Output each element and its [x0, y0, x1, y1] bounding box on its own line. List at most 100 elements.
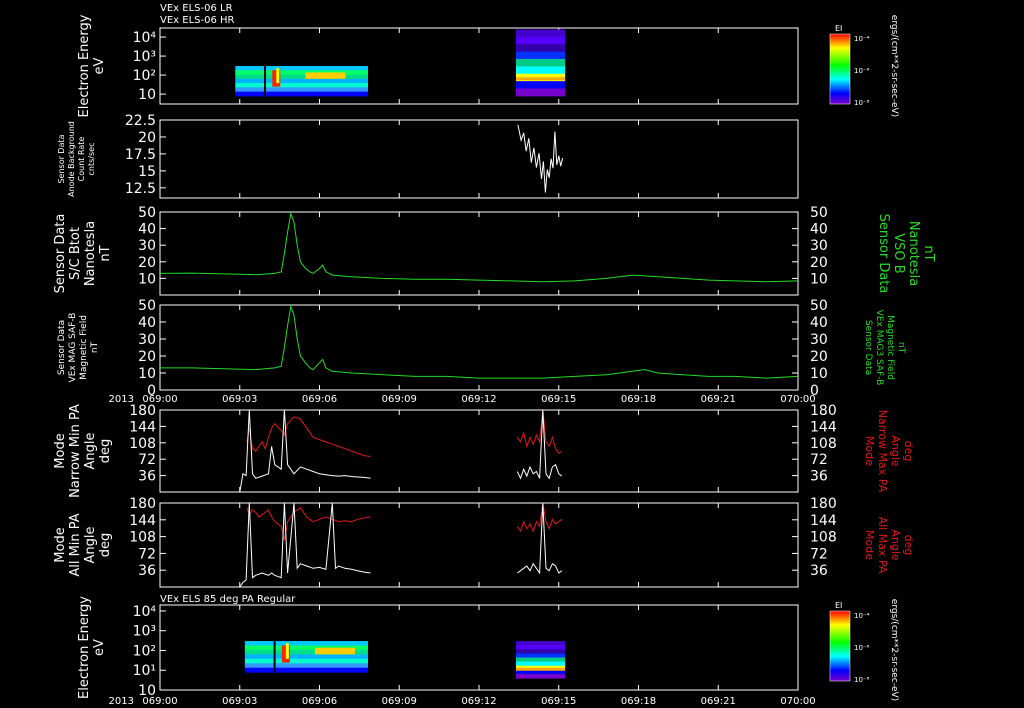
ylabel-line: Anode Background — [67, 121, 76, 197]
heatmap-band — [235, 87, 368, 93]
colorbar-tick: 10⁻⁶ — [854, 67, 870, 75]
right-label-line: deg — [902, 535, 915, 556]
ytick-label: 10⁴ — [133, 30, 157, 46]
ylabel-line: Count Rate — [77, 137, 86, 182]
ytick-label: 10 — [138, 366, 156, 382]
right-label-line: All Max PA — [876, 517, 889, 574]
heatmap-hotspot-core — [276, 68, 280, 84]
ylabel-line: Electron Energy — [77, 14, 92, 117]
right-label-line: Narrow Max PA — [876, 410, 889, 493]
colorbar-tick: 10⁻⁸ — [854, 676, 870, 684]
heatmap-hr-warm — [516, 77, 566, 81]
ylabel-line: deg — [98, 439, 113, 464]
ytick-label: 17.5 — [125, 147, 156, 163]
ylabel-line: S/C Btot — [68, 227, 83, 280]
colorbar-label: EI — [835, 601, 842, 610]
ylabel-line: Electron Energy — [77, 596, 92, 699]
time-tick-label: 069:00 — [142, 696, 177, 707]
ytick-label: 20 — [138, 349, 156, 365]
heatmap-band — [516, 88, 566, 97]
heatmap-band — [244, 663, 368, 669]
ytick-label: 144 — [129, 513, 156, 529]
ytick-label: 108 — [129, 436, 156, 452]
ylabel-line: Magnetic Field — [79, 315, 89, 380]
colorbar-tick: 10⁻⁴ — [854, 612, 870, 620]
ytick-label-right: 50 — [810, 298, 828, 314]
year-label: 2013 — [109, 696, 134, 707]
ytick-label: 180 — [129, 496, 156, 512]
ytick-label-right: 30 — [810, 238, 828, 254]
right-label-line: nT — [921, 245, 936, 261]
colorbar-units: ergs/(cm**2-sr-sec-eV) — [889, 599, 899, 701]
ytick-label: 12.5 — [125, 181, 156, 197]
ytick-label-right: 20 — [810, 255, 828, 271]
right-label-line: nT — [896, 342, 906, 354]
ytick-label: 108 — [129, 530, 156, 546]
ytick-label-right: 180 — [810, 496, 837, 512]
heatmap-band — [235, 91, 368, 97]
heatmap-band — [244, 641, 368, 646]
ytick-label-right: 20 — [810, 349, 828, 365]
ytick-label-right: 50 — [810, 205, 828, 221]
ytick-label: 40 — [138, 315, 156, 331]
time-tick-label: 069:03 — [222, 394, 257, 405]
ytick-label: 30 — [138, 238, 156, 254]
ytick-label: 36 — [138, 469, 156, 485]
heatmap-band — [516, 66, 566, 75]
time-tick-label: 069:21 — [701, 394, 736, 405]
ytick-label: 20 — [138, 130, 156, 146]
ylabel-line: cnts/sec — [87, 143, 96, 176]
ytick-label-right: 72 — [810, 452, 828, 468]
right-label-line: Sensor Data — [863, 320, 873, 375]
colorbar-units-group: ergs/(cm**2-sr-sec-eV) — [889, 15, 899, 117]
panel-title: VEx ELS 85 deg PA Regular — [160, 594, 296, 605]
time-tick-label: 070:00 — [780, 696, 815, 707]
ytick-label: 180 — [129, 403, 156, 419]
heatmap-band — [235, 83, 368, 88]
ylabel-line: eV — [92, 57, 107, 74]
ytick-label: 22.5 — [125, 113, 156, 129]
time-tick-label: 070:00 — [780, 394, 815, 405]
ytick-label: 10¹ — [133, 663, 156, 679]
ytick-label-right: 30 — [810, 332, 828, 348]
heatmap-gap — [263, 66, 266, 96]
heatmap-block-lr — [235, 66, 368, 97]
time-tick-label: 069:06 — [302, 394, 337, 405]
ylabel-line: deg — [98, 533, 113, 558]
heatmap-band — [244, 654, 368, 660]
heatmap-band — [235, 78, 368, 84]
ytick-label: 50 — [138, 205, 156, 221]
heatmap-band — [516, 51, 566, 60]
ytick-label: 10⁴ — [133, 604, 157, 620]
ytick-label: 10³ — [133, 624, 156, 640]
time-tick-label: 069:00 — [142, 394, 177, 405]
heatmap-band — [235, 66, 368, 71]
ylabel-line: Mode — [53, 527, 68, 562]
time-tick-label: 069:12 — [461, 394, 496, 405]
header-line-2: VEx ELS-06 HR — [160, 15, 235, 26]
colorbar — [829, 610, 851, 682]
ylabel-line: Sensor Data — [57, 134, 66, 183]
ylabel-line: eV — [92, 639, 107, 656]
heatmap-band — [516, 657, 566, 663]
right-label-line: VEx MAG3 SAF-B — [874, 310, 884, 386]
heatmap-band — [516, 649, 566, 654]
ytick-label: 10² — [133, 643, 156, 659]
ytick-label-right: 36 — [810, 469, 828, 485]
heatmap-block-lr — [244, 641, 368, 673]
ylabel-line: Sensor Data — [57, 320, 67, 375]
right-label-line: Angle — [889, 529, 902, 561]
heatmap-hotspot-core — [285, 643, 289, 659]
ylabel-line: VEx MAG SAF-B — [68, 313, 78, 383]
heatmap-band — [516, 36, 566, 45]
heatmap-hr-warm — [516, 667, 566, 671]
right-label-line: VSO B — [891, 233, 906, 273]
colorbar — [829, 33, 851, 105]
right-label-line: Mode — [863, 530, 876, 560]
ytick-label-right: 144 — [810, 419, 837, 435]
ytick-label: 40 — [138, 222, 156, 238]
heatmap-gap — [273, 641, 276, 673]
heatmap-warm-band — [305, 72, 346, 79]
ylabel-line: Mode — [53, 433, 68, 468]
ytick-label: 72 — [138, 452, 156, 468]
